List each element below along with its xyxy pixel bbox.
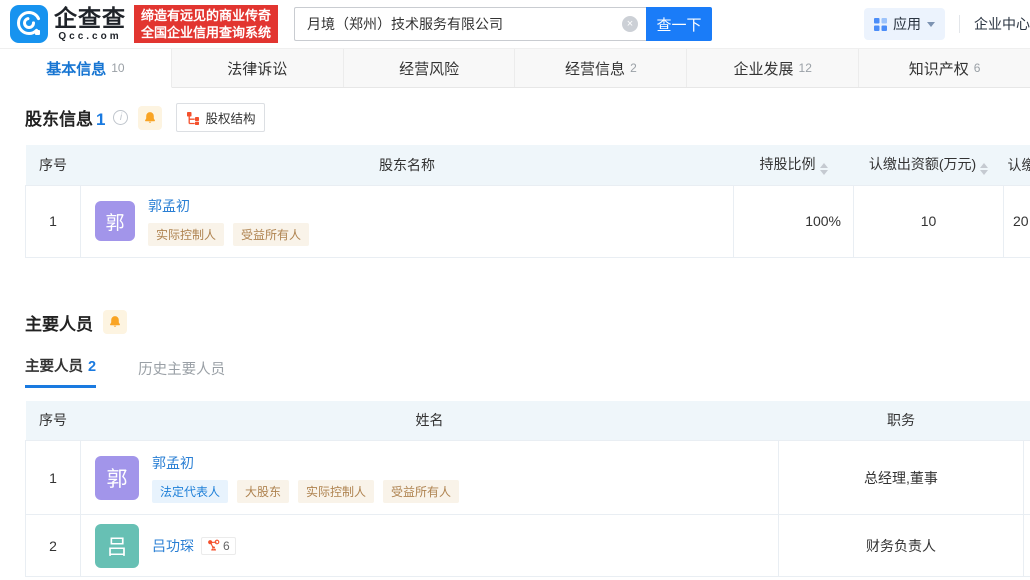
subtab-count: 2 <box>88 359 96 375</box>
related-companies-badge[interactable]: 6 <box>201 537 236 555</box>
shareholders-table: 序号 股东名称 持股比例 认缴出资额(万元) 认缴 1 郭 郭孟初 <box>25 145 1030 258</box>
equity-structure-button[interactable]: 股权结构 <box>176 103 265 132</box>
key-personnel-table: 序号 姓名 职务 1 郭 郭孟初 法定代表人 <box>25 401 1030 578</box>
avatar[interactable]: 郭 <box>95 456 139 500</box>
shareholders-count: 1 <box>96 110 105 129</box>
qcc-logo-text: 企查查 Qcc.com <box>54 7 126 42</box>
search-bar: × 查一下 <box>294 7 712 41</box>
col-shareholder-name: 股东名称 <box>81 145 734 185</box>
col-index: 序号 <box>26 145 81 185</box>
brand-name: 企查查 <box>54 7 126 30</box>
tab-operation-risk[interactable]: 经营风险 <box>344 49 516 87</box>
col-extra <box>1024 401 1030 441</box>
key-personnel-section-header: 主要人员 <box>25 310 1030 335</box>
tab-label: 知识产权 <box>909 58 969 79</box>
key-personnel-subtabs: 主要人员 2 历史主要人员 <box>25 355 1030 388</box>
slogan-banner: 缔造有远见的商业传奇 全国企业信用查询系统 <box>134 5 278 43</box>
avatar[interactable]: 郭 <box>95 201 135 241</box>
row-index: 1 <box>26 185 81 257</box>
amount-value: 10 <box>854 185 1004 257</box>
apps-menu[interactable]: 应用 <box>864 8 945 40</box>
tag-major-shareholder: 大股东 <box>237 480 289 503</box>
col-date: 认缴 <box>1004 145 1030 185</box>
top-header: 企查查 Qcc.com 缔造有远见的商业传奇 全国企业信用查询系统 × 查一下 … <box>0 0 1030 48</box>
equity-structure-label: 股权结构 <box>205 108 255 127</box>
subtab-history-personnel[interactable]: 历史主要人员 <box>138 358 225 388</box>
enterprise-center-link[interactable]: 企业中心 <box>974 14 1030 34</box>
header-divider <box>959 15 960 33</box>
tab-label: 经营信息 <box>565 58 625 79</box>
personnel-row: 2 吕 吕功琛 <box>26 515 1030 577</box>
apps-grid-icon <box>874 18 887 31</box>
slogan-line-1: 缔造有远见的商业传奇 <box>141 7 271 24</box>
tag-actual-controller: 实际控制人 <box>148 223 224 246</box>
tab-intellectual-property[interactable]: 知识产权 6 <box>859 49 1030 87</box>
equity-structure-icon <box>186 111 200 125</box>
extra-cell <box>1024 441 1030 515</box>
tag-beneficial-owner: 受益所有人 <box>233 223 309 246</box>
extra-cell <box>1024 515 1030 577</box>
shareholders-title: 股东信息1 <box>25 105 105 130</box>
brand-domain: Qcc.com <box>58 32 121 42</box>
tab-count: 2 <box>630 61 637 75</box>
tab-operation-info[interactable]: 经营信息 2 <box>515 49 687 87</box>
bell-icon[interactable] <box>138 106 162 130</box>
info-icon[interactable]: i <box>113 110 128 125</box>
shareholders-section-header: 股东信息1 i 股权结构 <box>25 103 1030 132</box>
avatar[interactable]: 吕 <box>95 524 139 568</box>
row-index: 1 <box>26 441 81 515</box>
shareholders-header-row: 序号 股东名称 持股比例 认缴出资额(万元) 认缴 <box>26 145 1030 185</box>
ratio-value: 100% <box>734 185 854 257</box>
subtab-label: 主要人员 <box>25 359 83 375</box>
key-personnel-header-row: 序号 姓名 职务 <box>26 401 1030 441</box>
tab-company-development[interactable]: 企业发展 12 <box>687 49 859 87</box>
bell-icon[interactable] <box>103 310 127 334</box>
key-personnel-title: 主要人员 <box>25 310 93 335</box>
col-index: 序号 <box>26 401 81 441</box>
tab-label: 基本信息 <box>46 58 106 79</box>
search-button[interactable]: 查一下 <box>646 7 712 41</box>
apps-label: 应用 <box>893 14 921 34</box>
tab-label: 法律诉讼 <box>227 58 287 79</box>
subtab-key-personnel[interactable]: 主要人员 2 <box>25 355 96 388</box>
col-person-name: 姓名 <box>81 401 779 441</box>
slogan-line-2: 全国企业信用查询系统 <box>141 24 271 41</box>
tab-label: 企业发展 <box>734 58 794 79</box>
position-value: 总经理,董事 <box>779 441 1024 515</box>
col-ratio[interactable]: 持股比例 <box>734 145 854 185</box>
person-name-link[interactable]: 吕功琛 <box>152 536 194 556</box>
tab-legal-litigation[interactable]: 法律诉讼 <box>172 49 344 87</box>
col-amount[interactable]: 认缴出资额(万元) <box>854 145 1004 185</box>
shareholder-row: 1 郭 郭孟初 实际控制人 受益所有人 <box>26 185 1030 257</box>
tab-count: 6 <box>974 61 981 75</box>
tag-legal-representative: 法定代表人 <box>152 480 228 503</box>
shareholder-name-link[interactable]: 郭孟初 <box>148 196 309 216</box>
personnel-row: 1 郭 郭孟初 法定代表人 大股东 实际控制人 受益所有人 <box>26 441 1030 515</box>
tab-basic-info[interactable]: 基本信息 10 <box>0 49 172 88</box>
search-input[interactable] <box>294 7 646 41</box>
chevron-down-icon <box>927 22 935 27</box>
related-companies-count: 6 <box>223 539 230 553</box>
qcc-logo-icon <box>10 5 48 43</box>
col-position: 职务 <box>779 401 1024 441</box>
sort-icon[interactable] <box>980 163 988 175</box>
clear-search-icon[interactable]: × <box>622 16 638 32</box>
tag-beneficial-owner: 受益所有人 <box>383 480 459 503</box>
tab-count: 12 <box>799 61 812 75</box>
person-name-link[interactable]: 郭孟初 <box>152 453 459 473</box>
sort-icon[interactable] <box>820 163 828 175</box>
relation-graph-icon <box>207 539 220 552</box>
section-tab-bar: 基本信息 10 法律诉讼 经营风险 经营信息 2 企业发展 12 知识产权 6 <box>0 48 1030 88</box>
date-value: 20 <box>1004 185 1030 257</box>
tab-label: 经营风险 <box>399 58 459 79</box>
tag-actual-controller: 实际控制人 <box>298 480 374 503</box>
position-value: 财务负责人 <box>779 515 1024 577</box>
header-right: 应用 企业中心 <box>864 8 1030 40</box>
tab-count: 10 <box>111 61 124 75</box>
row-index: 2 <box>26 515 81 577</box>
qcc-logo[interactable]: 企查查 Qcc.com <box>10 5 126 43</box>
